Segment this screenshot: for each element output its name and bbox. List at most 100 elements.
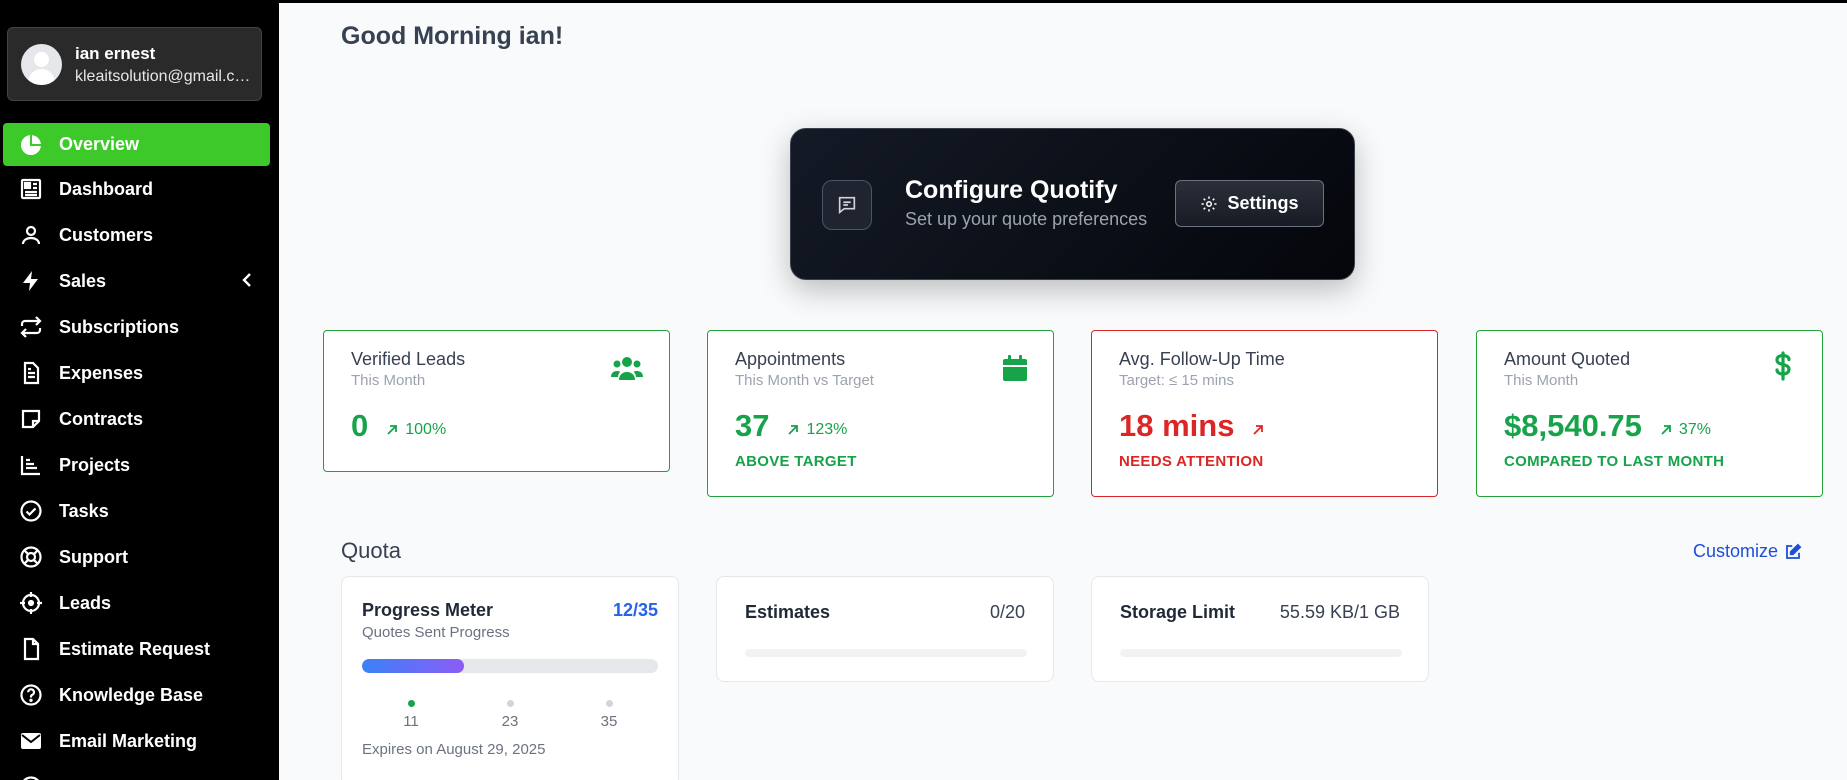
sticky-note-icon xyxy=(19,407,43,431)
sidebar-item-label: Knowledge Base xyxy=(59,684,204,705)
sidebar: ian ernest kleaitsolution@gmail.com Over… xyxy=(0,0,279,780)
arrow-up-right-icon xyxy=(788,425,799,435)
stat-note: COMPARED TO LAST MONTH xyxy=(1504,453,1725,470)
stat-subtitle: Target: ≤ 15 mins xyxy=(1119,372,1234,389)
configure-banner: Configure Quotify Set up your quote pref… xyxy=(790,128,1355,280)
top-border xyxy=(0,0,1847,3)
configure-subtitle: Set up your quote preferences xyxy=(905,209,1148,229)
stat-subtitle: This Month vs Target xyxy=(735,372,874,389)
sidebar-item-label: Expenses xyxy=(59,362,144,383)
progress-bar-fill xyxy=(362,659,464,673)
user-icon xyxy=(19,223,43,247)
sidebar-item-overview[interactable]: Overview xyxy=(3,123,270,166)
settings-button[interactable]: Settings xyxy=(1175,180,1324,227)
lifebuoy-icon xyxy=(19,545,43,569)
progress-meter-subtitle: Quotes Sent Progress xyxy=(362,624,510,641)
dashboard-icon xyxy=(19,177,43,201)
progress-meter-title: Progress Meter xyxy=(362,600,494,620)
progress-bar xyxy=(362,659,658,673)
sidebar-item-customers[interactable]: Customers xyxy=(0,212,279,258)
sidebar-item-label: Subscriptions xyxy=(59,316,180,337)
sidebar-item-label: Support xyxy=(59,546,128,567)
sidebar-item-leads[interactable]: Leads xyxy=(0,580,279,626)
storage-bar xyxy=(1120,649,1402,657)
repeat-icon xyxy=(19,315,43,339)
stat-value: 18 mins xyxy=(1119,408,1271,444)
stat-title: Appointments xyxy=(735,349,846,369)
sidebar-item-label: Customers xyxy=(59,224,154,245)
customize-link[interactable]: Customize xyxy=(1693,541,1802,562)
estimates-title: Estimates xyxy=(745,602,831,622)
stat-value: 37 123% xyxy=(735,408,848,443)
stat-card-appointments: Appointments This Month vs Target 37 123… xyxy=(707,330,1054,497)
arrow-up-right-icon xyxy=(1661,425,1671,435)
sidebar-item-email-marketing[interactable]: Email Marketing xyxy=(0,718,279,764)
dollar-icon xyxy=(1774,351,1792,386)
sidebar-item-label: Projects xyxy=(59,454,131,475)
sidebar-item-support[interactable]: Support xyxy=(0,534,279,580)
progress-tick: 23 xyxy=(490,700,530,730)
settings-button-label: Settings xyxy=(1227,193,1299,213)
arrow-up-right-icon xyxy=(387,425,398,435)
sidebar-item-label: Contracts xyxy=(59,408,144,429)
sidebar-item-knowledge-base[interactable]: Knowledge Base xyxy=(0,672,279,718)
configure-title: Configure Quotify xyxy=(905,176,1118,204)
sidebar-nav: Overview Dashboard Customers Sales Subsc… xyxy=(0,123,279,780)
stat-subtitle: This Month xyxy=(1504,372,1579,389)
quota-heading: Quota xyxy=(341,538,401,563)
sidebar-item-label: Estimate Request xyxy=(59,638,211,659)
chevron-left-icon[interactable] xyxy=(241,273,253,292)
sidebar-item-tasks[interactable]: Tasks xyxy=(0,488,279,534)
sidebar-item-dashboard[interactable]: Dashboard xyxy=(0,166,279,212)
bar-chart-icon xyxy=(19,453,43,477)
progress-meter-count: 12/35 xyxy=(612,600,658,620)
customize-label: Customize xyxy=(1693,541,1779,561)
stat-title: Verified Leads xyxy=(351,349,466,369)
user-card[interactable]: ian ernest kleaitsolution@gmail.com xyxy=(7,27,262,101)
sidebar-item-sales[interactable]: Sales xyxy=(0,258,279,304)
stat-card-follow-up-time: Avg. Follow-Up Time Target: ≤ 15 mins 18… xyxy=(1091,330,1438,497)
stat-change xyxy=(1252,424,1271,436)
sidebar-item-label: Email Marketing xyxy=(59,730,198,751)
estimates-bar xyxy=(745,649,1027,657)
arrow-up-right-icon xyxy=(1253,425,1264,435)
sidebar-item-subscriptions[interactable]: Subscriptions xyxy=(0,304,279,350)
calendar-icon xyxy=(1003,355,1027,386)
progress-tick: 35 xyxy=(589,700,629,730)
sidebar-item-label: Tasks xyxy=(59,500,109,521)
circle-icon xyxy=(19,775,43,780)
sidebar-item-label: Overview xyxy=(59,134,140,154)
sidebar-item-more[interactable] xyxy=(0,764,279,780)
sidebar-item-label: Leads xyxy=(59,592,112,613)
envelope-icon xyxy=(19,729,43,753)
stat-card-amount-quoted: Amount Quoted This Month $8,540.75 37% C… xyxy=(1476,330,1823,497)
estimates-value: 0/20 xyxy=(989,602,1025,622)
storage-card: Storage Limit 55.59 KB/1 GB xyxy=(1091,576,1429,682)
sidebar-item-estimate-request[interactable]: Estimate Request xyxy=(0,626,279,672)
storage-value: 55.59 KB/1 GB xyxy=(1279,602,1400,622)
sidebar-item-expenses[interactable]: Expenses xyxy=(0,350,279,396)
gear-icon xyxy=(1201,196,1217,211)
progress-tick: 11 xyxy=(391,700,431,730)
sidebar-item-label: Dashboard xyxy=(59,178,154,199)
sidebar-item-contracts[interactable]: Contracts xyxy=(0,396,279,442)
stat-change: 37% xyxy=(1660,421,1711,439)
sidebar-item-label: Sales xyxy=(59,270,107,291)
page-title: Good Morning ian! xyxy=(341,22,564,50)
bolt-icon xyxy=(19,269,43,293)
edit-icon xyxy=(1786,543,1802,559)
estimates-card: Estimates 0/20 xyxy=(716,576,1054,682)
help-circle-icon xyxy=(19,683,43,707)
sidebar-item-projects[interactable]: Projects xyxy=(0,442,279,488)
document-icon xyxy=(19,637,43,661)
stat-change: 100% xyxy=(386,421,446,439)
stat-subtitle: This Month xyxy=(351,372,426,389)
crosshair-icon xyxy=(19,591,43,615)
stat-note: ABOVE TARGET xyxy=(735,453,857,470)
file-icon xyxy=(19,361,43,385)
stat-note: NEEDS ATTENTION xyxy=(1119,453,1264,470)
stat-value: $8,540.75 37% xyxy=(1504,408,1711,443)
stat-card-verified-leads: Verified Leads This Month 0 100% xyxy=(323,330,670,472)
stat-title: Amount Quoted xyxy=(1504,349,1631,369)
stat-change: 123% xyxy=(787,421,847,439)
